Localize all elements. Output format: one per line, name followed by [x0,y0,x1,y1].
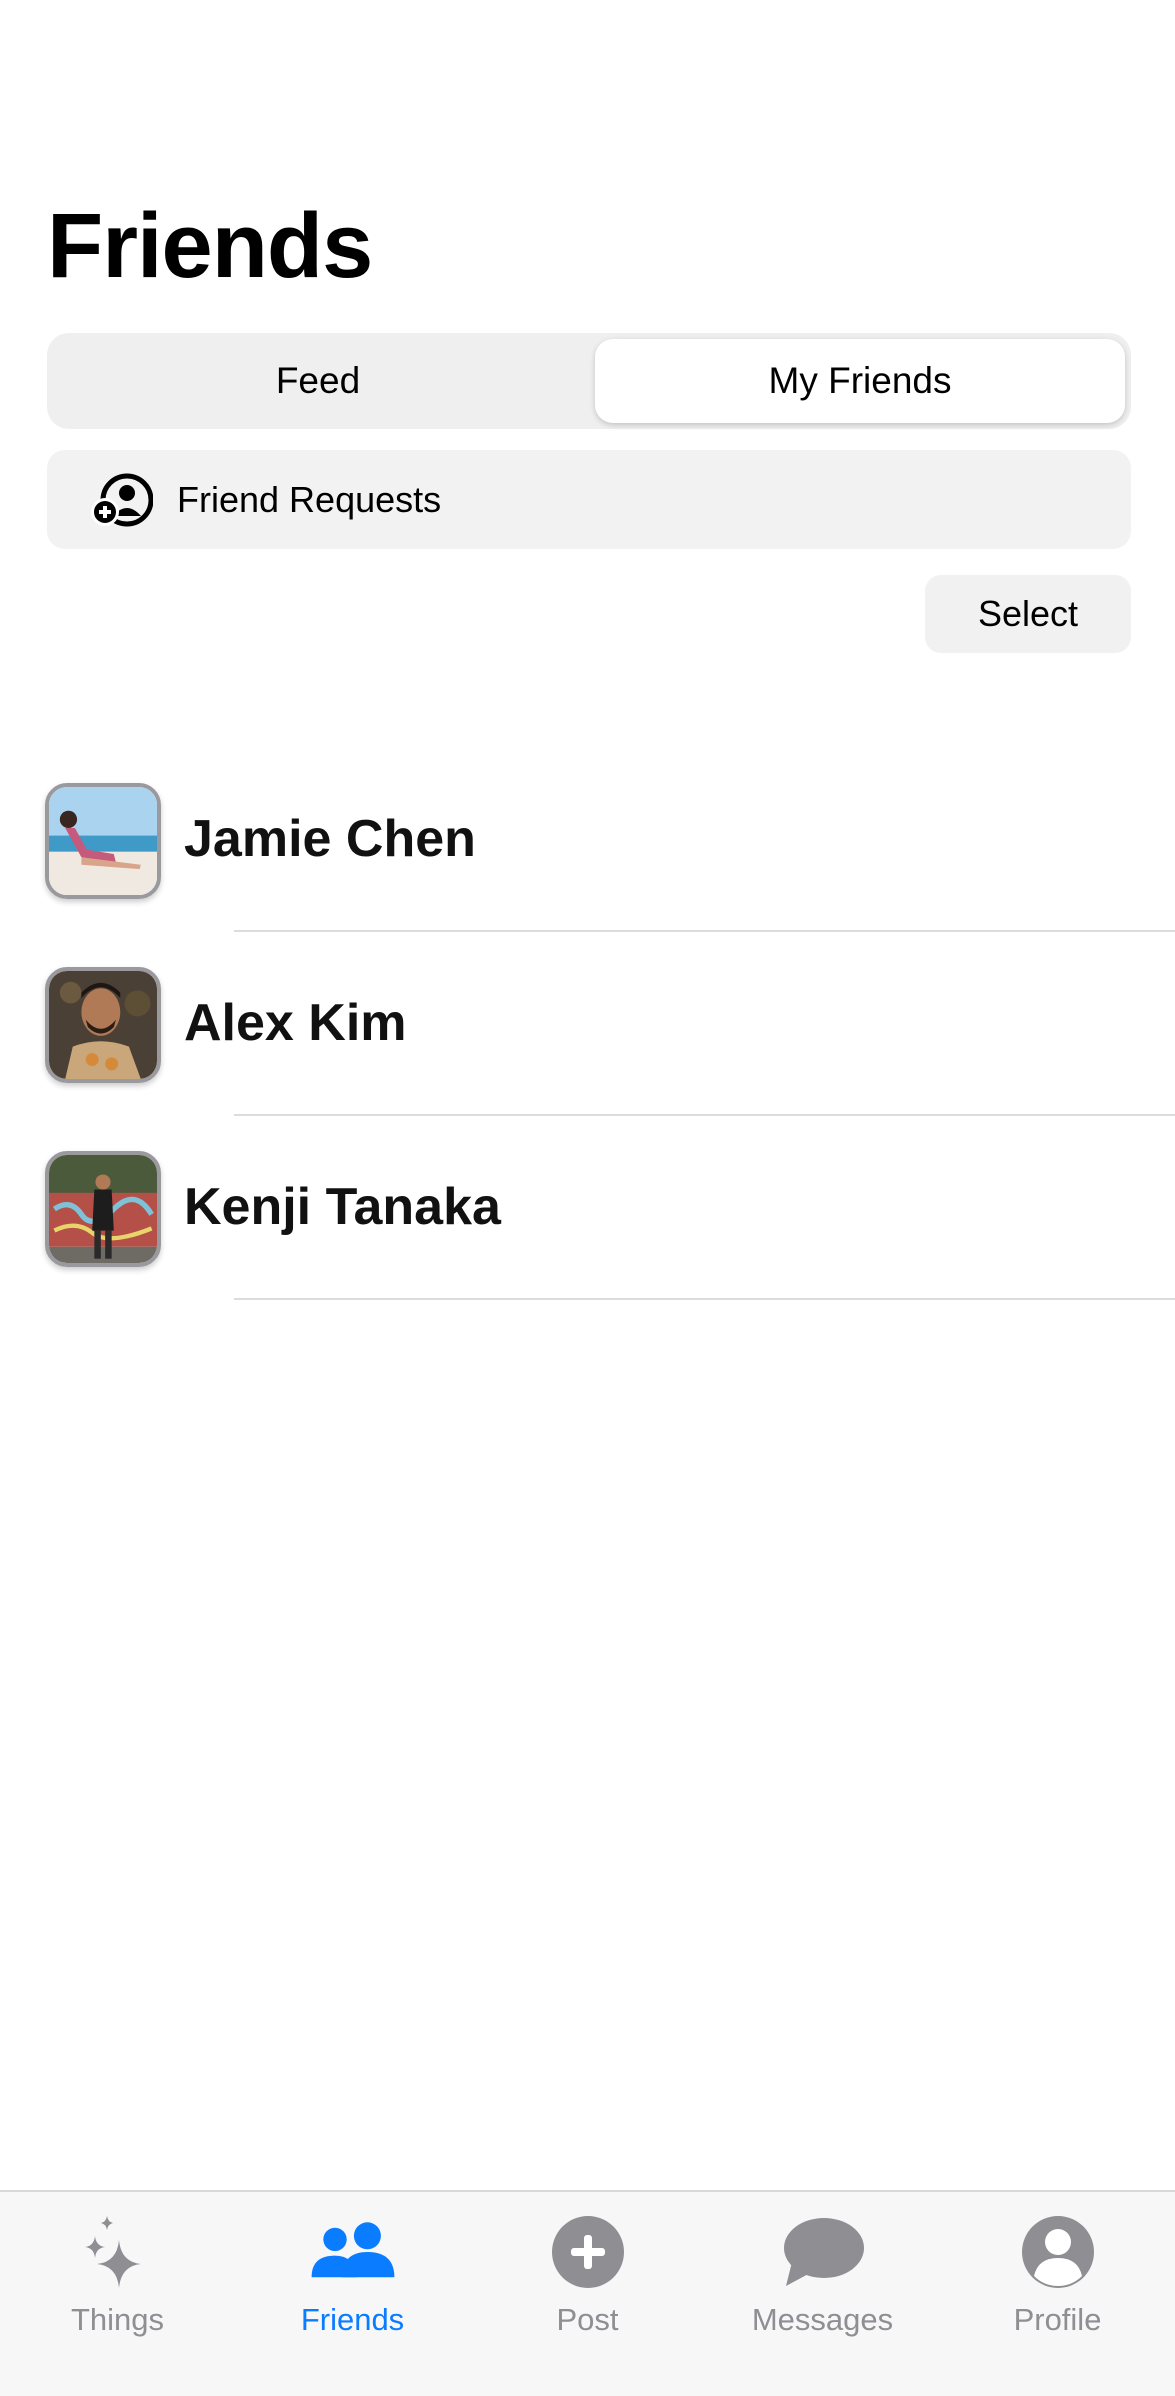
list-item[interactable]: Kenji Tanaka [0,1143,1175,1327]
tab-things[interactable]: Things [0,2192,235,2396]
avatar [45,1151,161,1267]
person-add-icon [89,470,154,530]
segment-my-friends[interactable]: My Friends [595,339,1125,423]
tab-friends[interactable]: Friends [235,2192,470,2396]
screen: Friends Feed My Friends Friend Requests … [0,0,1175,2396]
sparkles-icon [73,2210,163,2294]
tab-messages[interactable]: Messages [705,2192,940,2396]
plus-circle-icon [543,2210,633,2294]
divider [234,1298,1175,1300]
tab-post[interactable]: Post [470,2192,705,2396]
tab-label: Messages [751,2302,894,2337]
avatar [45,967,161,1083]
friend-name: Kenji Tanaka [184,1178,501,1236]
tab-profile[interactable]: Profile [940,2192,1175,2396]
divider [234,930,1175,932]
chat-bubble-icon [778,2210,868,2294]
tab-label: Friends [300,2302,405,2337]
segmented-control: Feed My Friends [47,333,1131,429]
list-item[interactable]: Jamie Chen [0,775,1175,959]
divider [234,1114,1175,1116]
tab-label: Things [70,2302,165,2337]
people-icon [308,2210,398,2294]
segment-feed[interactable]: Feed [53,339,583,423]
person-circle-icon [1013,2210,1103,2294]
list-item[interactable]: Alex Kim [0,959,1175,1143]
friend-requests-button[interactable]: Friend Requests [47,450,1131,549]
friends-list: Jamie Chen Alex Kim Kenji Tanaka [0,775,1175,1327]
page-title: Friends [47,195,373,297]
friend-requests-label: Friend Requests [177,478,442,520]
tab-label: Post [556,2302,619,2337]
friend-name: Jamie Chen [184,810,476,868]
tab-label: Profile [1013,2302,1102,2337]
friend-name: Alex Kim [184,994,407,1052]
select-button[interactable]: Select [925,575,1131,653]
tab-bar: Things Friends Post Messages Profile [0,2190,1175,2396]
avatar [45,783,161,899]
